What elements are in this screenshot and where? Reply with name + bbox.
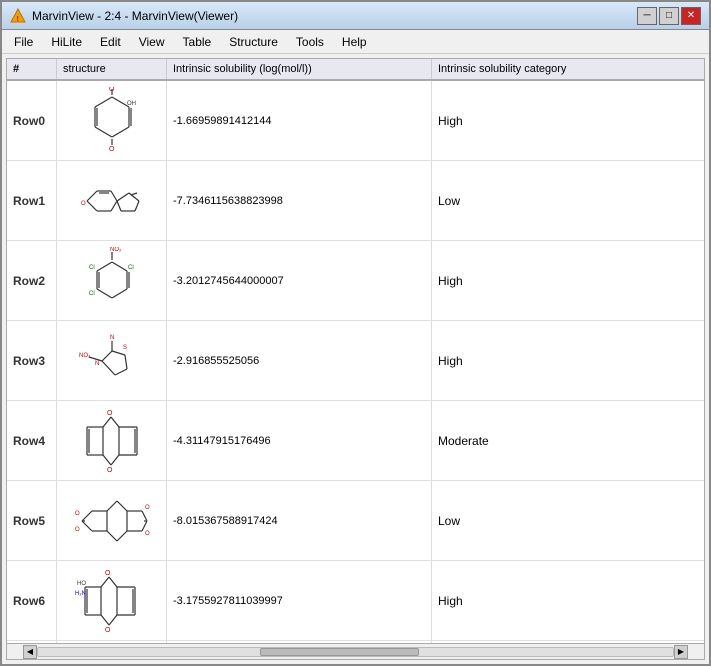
scroll-left-button[interactable]: ◀ [23,645,37,659]
table-row: Row1 [7,161,704,241]
solubility-3: -2.916855525056 [167,321,432,400]
scroll-track[interactable] [37,647,674,657]
svg-text:NO₂: NO₂ [110,247,122,253]
window-controls: ─ □ ✕ [637,7,701,25]
table-row: Row4 [7,401,704,481]
solubility-4: -4.31147915176496 [167,401,432,480]
scroll-right-button[interactable]: ▶ [674,645,688,659]
row-id-4: Row4 [7,401,57,480]
molecule-cell-6: O O HO H₂N [57,561,167,640]
row-id-6: Row6 [7,561,57,640]
table-row: Row6 [7,561,704,641]
molecule-cell-4: O O [57,401,167,480]
table-body[interactable]: Row0 O O [7,81,704,643]
svg-text:O: O [109,87,115,93]
molecule-cell-0: O O OH [57,81,167,160]
col-header-num: # [7,59,57,79]
category-1: Low [432,161,704,240]
solubility-0: -1.66959891412144 [167,81,432,160]
minimize-button[interactable]: ─ [637,7,657,25]
category-0: High [432,81,704,160]
solubility-1: -7.7346115638823998 [167,161,432,240]
svg-text:O: O [75,527,80,533]
category-6: High [432,561,704,640]
menu-structure[interactable]: Structure [221,31,286,53]
svg-text:O: O [105,627,111,634]
category-3: High [432,321,704,400]
svg-text:S: S [123,345,127,351]
window-title: MarvinView - 2:4 - MarvinView(Viewer) [32,9,637,23]
table-row: Row5 [7,481,704,561]
menu-bar: File HiLite Edit View Table Structure To… [2,30,709,54]
svg-text:O: O [145,505,150,511]
svg-text:O: O [109,146,115,153]
category-2: High [432,241,704,320]
menu-table[interactable]: Table [175,31,220,53]
col-header-solubility: Intrinsic solubility (log(mol/l)) [167,59,432,79]
svg-text:O: O [107,410,113,417]
table-row: Row0 O O [7,81,704,161]
main-window: ! MarvinView - 2:4 - MarvinView(Viewer) … [0,0,711,666]
row-id-0: Row0 [7,81,57,160]
svg-text:O: O [105,570,111,577]
title-bar: ! MarvinView - 2:4 - MarvinView(Viewer) … [2,2,709,30]
svg-text:Cl: Cl [128,265,134,271]
svg-text:!: ! [17,16,19,23]
table-row: Row3 N S NO₂ N [7,321,704,401]
svg-text:O: O [75,511,80,517]
molecule-cell-5: O O O O [57,481,167,560]
svg-text:HO: HO [77,581,86,587]
molecule-cell-3: N S NO₂ N [57,321,167,400]
col-header-structure: structure [57,59,167,79]
col-header-category: Intrinsic solubility category [432,59,704,79]
svg-text:NO₂: NO₂ [79,353,91,359]
maximize-button[interactable]: □ [659,7,679,25]
svg-text:H₂N: H₂N [75,591,86,597]
row-id-5: Row5 [7,481,57,560]
menu-view[interactable]: View [131,31,173,53]
svg-text:Cl: Cl [89,265,95,271]
menu-edit[interactable]: Edit [92,31,129,53]
svg-text:Cl: Cl [89,291,95,297]
solubility-2: -3.2012745644000007 [167,241,432,320]
svg-text:O: O [81,201,86,207]
molecule-cell-1: O [57,161,167,240]
row-id-3: Row3 [7,321,57,400]
svg-text:O: O [145,531,150,537]
svg-text:N: N [110,335,114,341]
scroll-thumb[interactable] [260,648,419,656]
row-id-2: Row2 [7,241,57,320]
solubility-6: -3.1755927811039997 [167,561,432,640]
category-5: Low [432,481,704,560]
table-header: # structure Intrinsic solubility (log(mo… [7,59,704,81]
menu-tools[interactable]: Tools [288,31,332,53]
svg-text:N: N [95,361,99,367]
horizontal-scrollbar[interactable]: ◀ ▶ [7,643,704,659]
table-row: Row2 NO₂ Cl Cl [7,241,704,321]
menu-hilite[interactable]: HiLite [43,31,90,53]
category-4: Moderate [432,401,704,480]
molecule-cell-2: NO₂ Cl Cl Cl [57,241,167,320]
close-button[interactable]: ✕ [681,7,701,25]
app-icon: ! [10,8,26,24]
menu-help[interactable]: Help [334,31,375,53]
solubility-5: -8.015367588917424 [167,481,432,560]
svg-text:O: O [107,467,113,474]
data-table: # structure Intrinsic solubility (log(mo… [6,58,705,660]
svg-text:OH: OH [127,101,136,107]
row-id-1: Row1 [7,161,57,240]
menu-file[interactable]: File [6,31,41,53]
